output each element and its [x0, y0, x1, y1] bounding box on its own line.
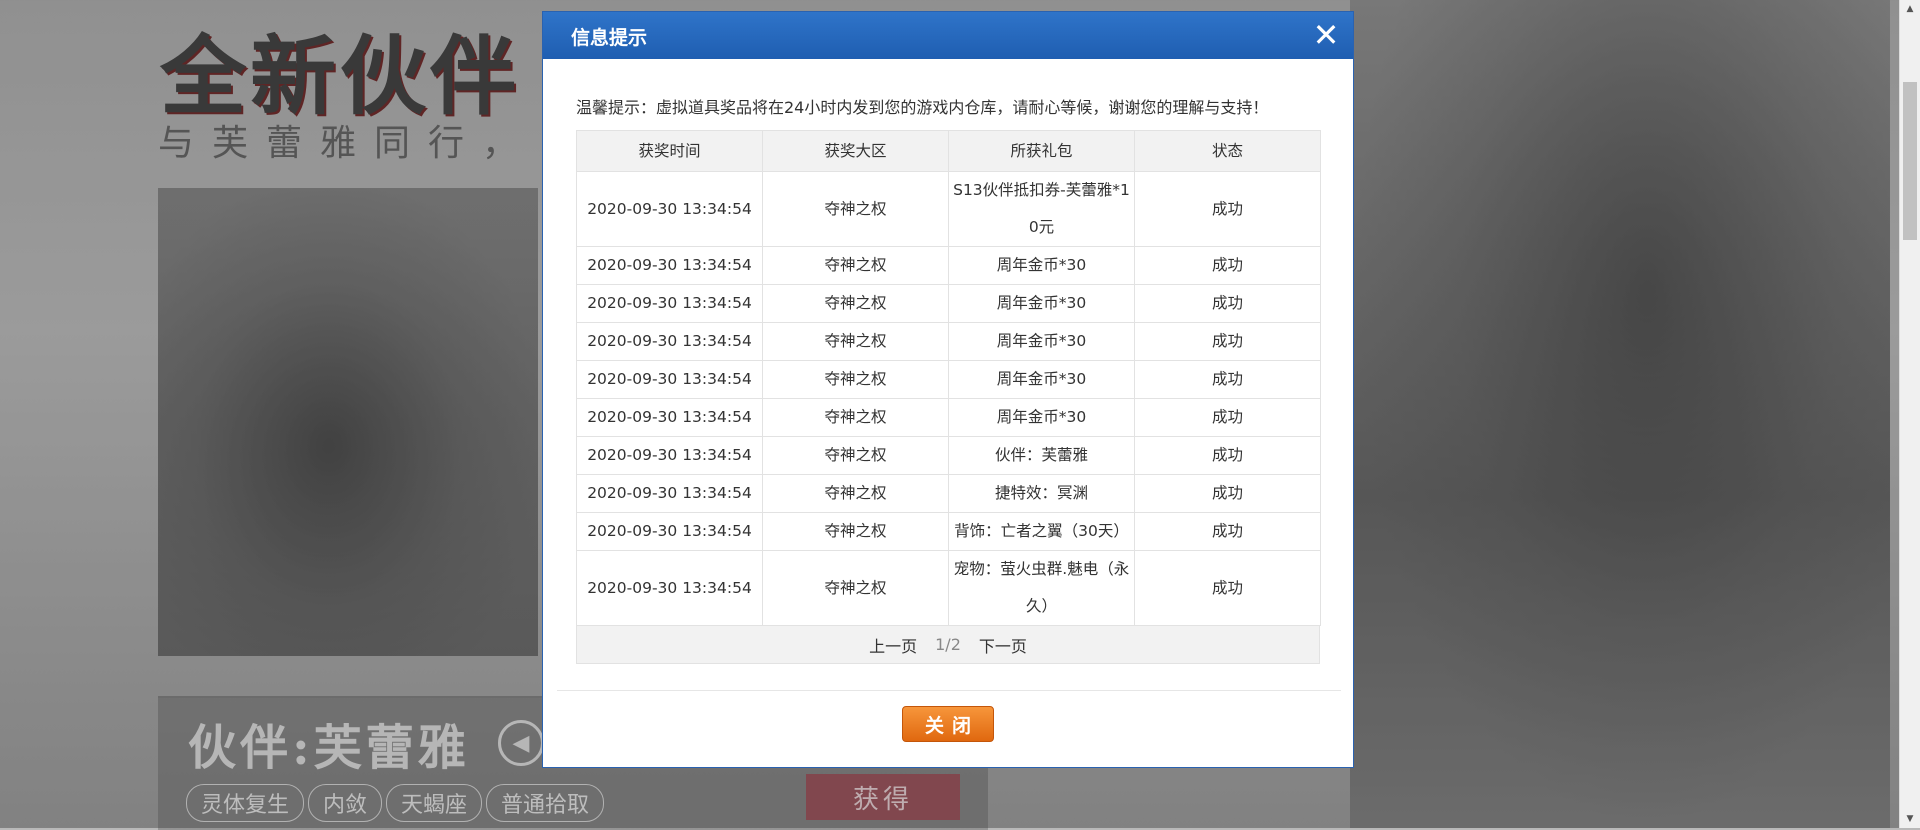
header-time: 获奖时间: [576, 130, 763, 172]
pagination: 上一页 1/2 下一页: [576, 626, 1320, 664]
info-dialog: 信息提示 ✕ 温馨提示：虚拟道具奖品将在24小时内发到您的游戏内仓库，请耐心等候…: [542, 11, 1354, 768]
cell-time: 2020-09-30 13:34:54: [576, 550, 763, 626]
cell-zone: 夺神之权: [762, 398, 949, 437]
table-row: 2020-09-30 13:34:54 夺神之权 宠物：萤火虫群.魅电（永久） …: [576, 550, 1321, 626]
table-row: 2020-09-30 13:34:54 夺神之权 捷特效：冥渊 成功: [576, 474, 1321, 513]
notice-text: 温馨提示：虚拟道具奖品将在24小时内发到您的游戏内仓库，请耐心等候，谢谢您的理解…: [576, 98, 1269, 117]
table-row: 2020-09-30 13:34:54 夺神之权 周年金币*30 成功: [576, 360, 1321, 399]
page-indicator: 1/2: [935, 635, 961, 654]
cell-status: 成功: [1134, 360, 1321, 399]
cell-time: 2020-09-30 13:34:54: [576, 322, 763, 361]
cell-status: 成功: [1134, 246, 1321, 285]
close-button[interactable]: 关闭: [902, 706, 994, 742]
cell-gift: 周年金币*30: [948, 398, 1135, 437]
cell-time: 2020-09-30 13:34:54: [576, 474, 763, 513]
cell-zone: 夺神之权: [762, 322, 949, 361]
header-zone: 获奖大区: [762, 130, 949, 172]
cell-gift: 宠物：萤火虫群.魅电（永久）: [948, 550, 1135, 626]
cell-gift: 周年金币*30: [948, 284, 1135, 323]
dialog-divider: [557, 690, 1341, 691]
cell-time: 2020-09-30 13:34:54: [576, 171, 763, 247]
scroll-up-arrow-icon[interactable]: ▲: [1900, 0, 1920, 18]
table-row: 2020-09-30 13:34:54 夺神之权 周年金币*30 成功: [576, 398, 1321, 437]
scroll-thumb[interactable]: [1903, 82, 1917, 240]
cell-zone: 夺神之权: [762, 436, 949, 475]
cell-zone: 夺神之权: [762, 284, 949, 323]
header-gift: 所获礼包: [948, 130, 1135, 172]
cell-zone: 夺神之权: [762, 512, 949, 551]
page-scrollbar[interactable]: ▲ ▼: [1899, 0, 1920, 828]
cell-time: 2020-09-30 13:34:54: [576, 436, 763, 475]
cell-zone: 夺神之权: [762, 550, 949, 626]
dialog-title: 信息提示: [571, 27, 648, 49]
cell-time: 2020-09-30 13:34:54: [576, 246, 763, 285]
cell-zone: 夺神之权: [762, 246, 949, 285]
cell-gift: 伙伴：芙蕾雅: [948, 436, 1135, 475]
cell-zone: 夺神之权: [762, 171, 949, 247]
scroll-down-arrow-icon[interactable]: ▼: [1900, 810, 1920, 828]
cell-zone: 夺神之权: [762, 360, 949, 399]
table-row: 2020-09-30 13:34:54 夺神之权 背饰：亡者之翼（30天） 成功: [576, 512, 1321, 551]
header-status: 状态: [1134, 130, 1321, 172]
table-header-row: 获奖时间 获奖大区 所获礼包 状态: [576, 130, 1321, 172]
cell-time: 2020-09-30 13:34:54: [576, 398, 763, 437]
cell-status: 成功: [1134, 398, 1321, 437]
table-row: 2020-09-30 13:34:54 夺神之权 周年金币*30 成功: [576, 246, 1321, 285]
dialog-header: 信息提示 ✕: [543, 12, 1353, 59]
cell-gift: 背饰：亡者之翼（30天）: [948, 512, 1135, 551]
cell-time: 2020-09-30 13:34:54: [576, 360, 763, 399]
cell-status: 成功: [1134, 436, 1321, 475]
cell-gift: 周年金币*30: [948, 246, 1135, 285]
cell-zone: 夺神之权: [762, 474, 949, 513]
cell-gift: 周年金币*30: [948, 360, 1135, 399]
cell-status: 成功: [1134, 550, 1321, 626]
cell-status: 成功: [1134, 512, 1321, 551]
prev-page-link[interactable]: 上一页: [869, 633, 917, 657]
cell-status: 成功: [1134, 322, 1321, 361]
cell-status: 成功: [1134, 284, 1321, 323]
table-row: 2020-09-30 13:34:54 夺神之权 S13伙伴抵扣券-芙蕾雅*10…: [576, 171, 1321, 247]
prize-table: 获奖时间 获奖大区 所获礼包 状态 2020-09-30 13:34:54 夺神…: [576, 130, 1321, 626]
cell-gift: 周年金币*30: [948, 322, 1135, 361]
cell-time: 2020-09-30 13:34:54: [576, 284, 763, 323]
close-icon[interactable]: ✕: [1309, 18, 1343, 52]
next-page-link[interactable]: 下一页: [979, 633, 1027, 657]
table-row: 2020-09-30 13:34:54 夺神之权 伙伴：芙蕾雅 成功: [576, 436, 1321, 475]
cell-gift: 捷特效：冥渊: [948, 474, 1135, 513]
cell-status: 成功: [1134, 171, 1321, 247]
cell-gift: S13伙伴抵扣券-芙蕾雅*10元: [948, 171, 1135, 247]
table-row: 2020-09-30 13:34:54 夺神之权 周年金币*30 成功: [576, 284, 1321, 323]
cell-status: 成功: [1134, 474, 1321, 513]
cell-time: 2020-09-30 13:34:54: [576, 512, 763, 551]
prize-table-wrapper: 获奖时间 获奖大区 所获礼包 状态 2020-09-30 13:34:54 夺神…: [576, 130, 1321, 664]
table-row: 2020-09-30 13:34:54 夺神之权 周年金币*30 成功: [576, 322, 1321, 361]
